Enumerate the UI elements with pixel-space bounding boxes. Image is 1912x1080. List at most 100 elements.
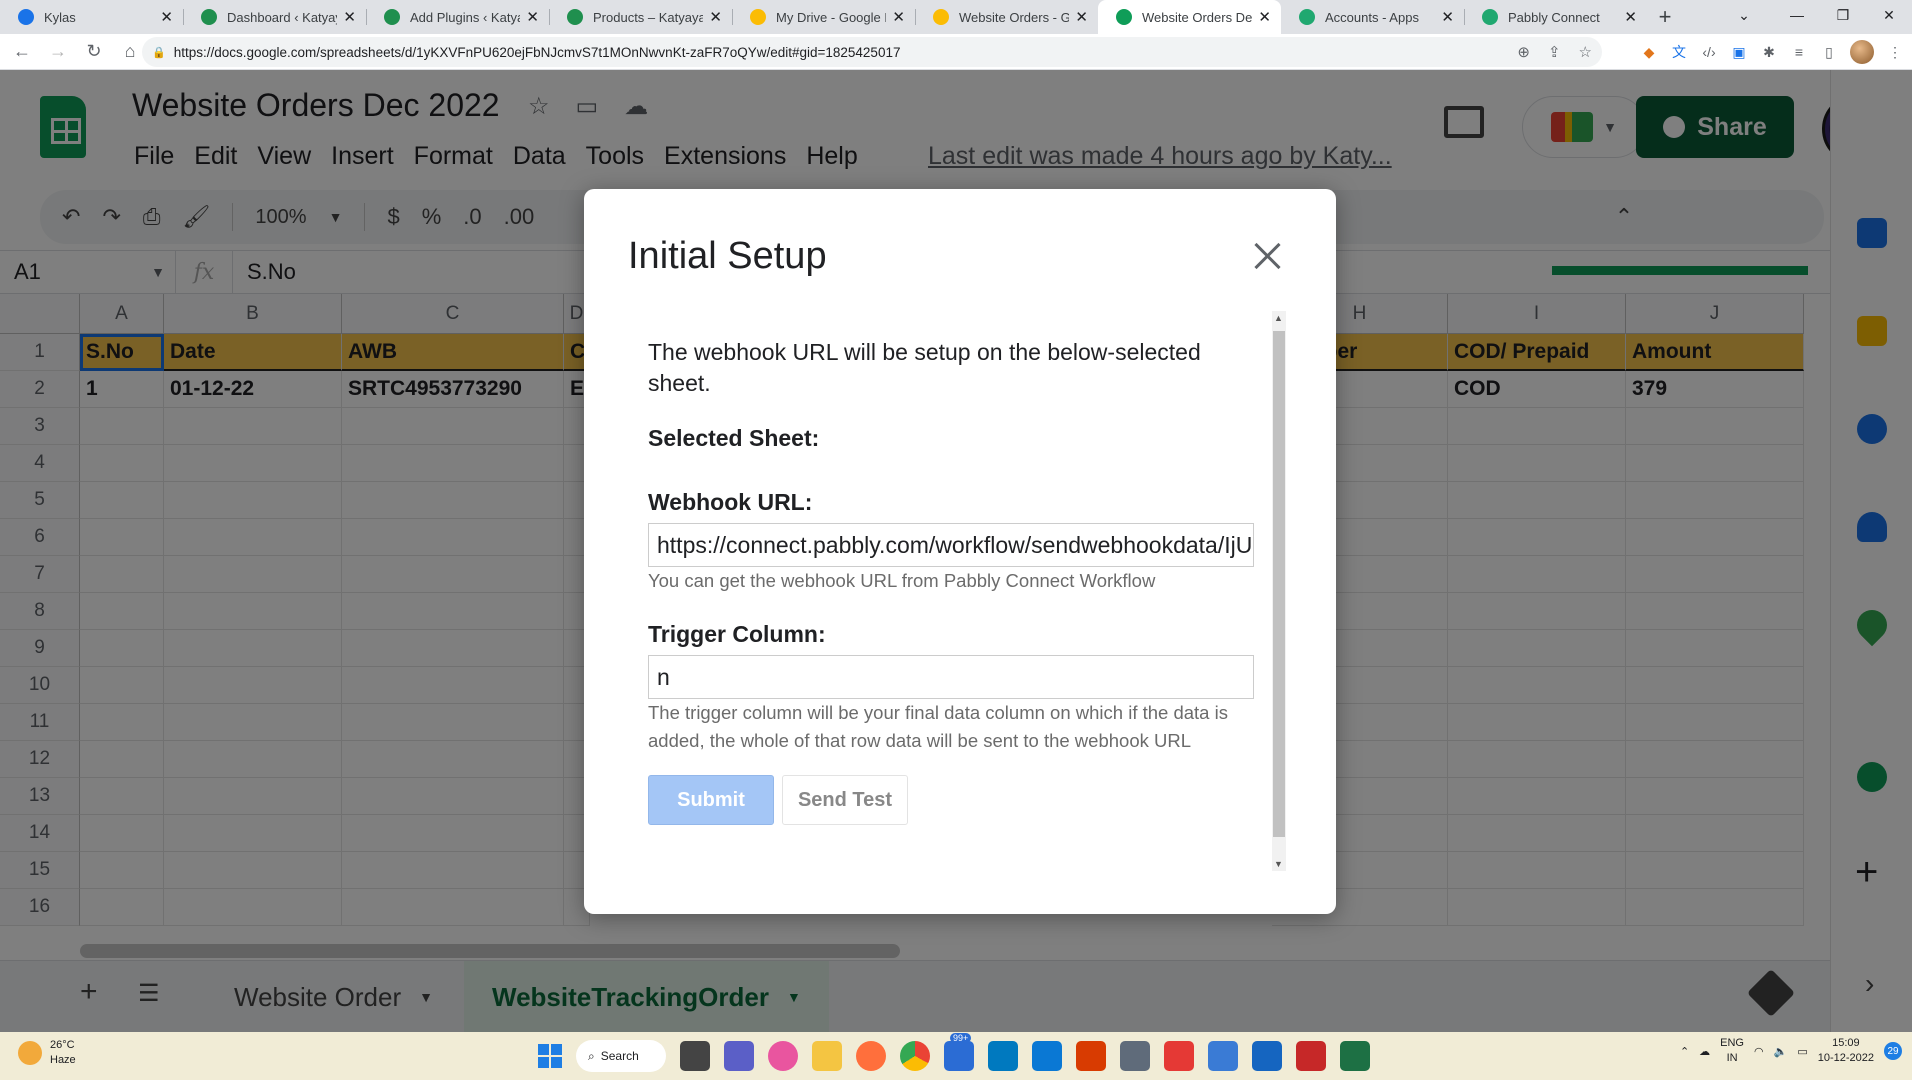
bookmark-star-icon[interactable]: ☆ — [1579, 43, 1592, 61]
acrobat-icon[interactable] — [1296, 1041, 1326, 1071]
language-indicator[interactable]: ENG IN — [1720, 1036, 1744, 1066]
trello-icon[interactable] — [988, 1041, 1018, 1071]
outlook-icon[interactable] — [1032, 1041, 1062, 1071]
tab-title: Kylas — [44, 9, 76, 25]
webhook-url-input[interactable]: https://connect.pabbly.com/workflow/send… — [648, 523, 1254, 567]
weather-haze-icon — [18, 1041, 42, 1065]
anydesk-icon[interactable] — [1164, 1041, 1194, 1071]
screenshot-extension-icon[interactable]: ▣ — [1730, 43, 1748, 61]
weather-widget[interactable]: 26°C Haze — [18, 1038, 76, 1068]
office-icon[interactable] — [1076, 1041, 1106, 1071]
itunes-icon[interactable] — [768, 1041, 798, 1071]
chrome-icon[interactable] — [900, 1041, 930, 1071]
system-tray: ⌃ ☁ ENG IN ◠ 🔈 ▭ 15:09 10-12-2022 29 — [1680, 1036, 1902, 1066]
notification-count[interactable]: 29 — [1884, 1042, 1902, 1060]
clock-time: 15:09 — [1832, 1037, 1860, 1049]
selected-sheet-label: Selected Sheet: — [648, 425, 820, 451]
taskbar-apps: ⌕ Search 99+ — [538, 1033, 1370, 1072]
back-icon[interactable]: ← — [8, 38, 36, 66]
chevron-up-icon[interactable]: ⌃ — [1680, 1045, 1689, 1058]
dialog-intro-text: The webhook URL will be setup on the bel… — [648, 339, 1201, 396]
tab-close-icon[interactable]: ✕ — [1441, 8, 1454, 26]
browser-tab[interactable]: Add Plugins ‹ Katyayani ✕ — [366, 0, 549, 34]
teams-icon[interactable] — [724, 1041, 754, 1071]
forward-icon[interactable]: → — [44, 38, 72, 66]
battery-icon[interactable]: ▭ — [1797, 1045, 1807, 1058]
temperature: 26°C — [50, 1039, 75, 1051]
onedrive-icon[interactable]: ☁ — [1699, 1045, 1710, 1058]
network-app-icon[interactable] — [1208, 1041, 1238, 1071]
tab-favicon-icon — [384, 9, 400, 25]
firefox-icon[interactable] — [856, 1041, 886, 1071]
zoom-icon[interactable]: ⊕ — [1517, 43, 1530, 61]
windows-taskbar: 26°C Haze ⌕ Search 99+ ⌃ ☁ ENG IN ◠ 🔈 ▭ … — [0, 1032, 1912, 1080]
omnibox-actions: ⊕ ⇪ ☆ — [1517, 43, 1592, 61]
dialog-scrollbar[interactable]: ▲ ▼ — [1272, 311, 1286, 871]
browser-tab[interactable]: Kylas ✕ — [0, 0, 183, 34]
side-panel-icon[interactable]: ▯ — [1820, 43, 1838, 61]
tab-close-icon[interactable]: ✕ — [709, 8, 722, 26]
browser-tab[interactable]: Pabbly Connect ✕ — [1464, 0, 1647, 34]
translate-icon[interactable]: 文 — [1670, 43, 1688, 61]
minimize-button[interactable]: — — [1774, 0, 1820, 30]
wifi-icon[interactable]: ◠ — [1754, 1045, 1764, 1058]
tab-search-icon[interactable]: ⌄ — [1714, 0, 1774, 30]
tab-favicon-icon — [1299, 9, 1315, 25]
home-icon[interactable]: ⌂ — [116, 38, 144, 66]
volume-icon[interactable]: 🔈 — [1774, 1045, 1788, 1058]
windows-start-icon[interactable] — [538, 1044, 562, 1068]
webhook-url-label: Webhook URL: — [648, 489, 813, 515]
media-control-icon[interactable]: ≡ — [1790, 43, 1808, 61]
initial-setup-dialog: Initial Setup The webhook URL will be se… — [584, 189, 1336, 914]
tab-close-icon[interactable]: ✕ — [1624, 8, 1637, 26]
mail-badge-icon[interactable]: 99+ — [944, 1033, 974, 1071]
mail-icon[interactable] — [1252, 1041, 1282, 1071]
tab-close-icon[interactable]: ✕ — [892, 8, 905, 26]
tab-close-icon[interactable]: ✕ — [1258, 8, 1271, 26]
tab-title: Products – Katyayani C — [593, 9, 704, 25]
devtools-icon[interactable]: ‹/› — [1700, 43, 1718, 61]
tab-title: My Drive - Google Dri — [776, 9, 886, 25]
browser-profile-avatar[interactable] — [1850, 40, 1874, 64]
reload-icon[interactable]: ↻ — [80, 38, 108, 66]
scrollbar-thumb[interactable] — [1273, 331, 1285, 837]
tab-close-icon[interactable]: ✕ — [1075, 8, 1088, 26]
tab-title: Website Orders - Goo — [959, 9, 1070, 25]
share-page-icon[interactable]: ⇪ — [1548, 43, 1561, 61]
trigger-column-input[interactable]: n — [648, 655, 1254, 699]
browser-tab[interactable]: Products – Katyayani C ✕ — [549, 0, 732, 34]
webhook-help-text: You can get the webhook URL from Pabbly … — [648, 570, 1156, 591]
scroll-down-icon[interactable]: ▼ — [1274, 859, 1283, 869]
browser-tab[interactable]: My Drive - Google Dri ✕ — [732, 0, 915, 34]
calculator-icon[interactable] — [1120, 1041, 1150, 1071]
lock-icon: 🔒 — [152, 46, 166, 59]
task-view-icon[interactable] — [680, 1041, 710, 1071]
address-bar: ← → ↻ ⌂ 🔒 https://docs.google.com/spread… — [0, 34, 1912, 70]
tab-favicon-icon — [933, 9, 949, 25]
tab-close-icon[interactable]: ✕ — [160, 8, 173, 26]
new-tab-button[interactable]: + — [1647, 0, 1683, 34]
scroll-up-icon[interactable]: ▲ — [1274, 313, 1283, 323]
tab-close-icon[interactable]: ✕ — [343, 8, 356, 26]
trigger-column-label: Trigger Column: — [648, 621, 826, 647]
trigger-help-text: The trigger column will be your final da… — [648, 702, 1228, 751]
submit-button[interactable]: Submit — [648, 775, 774, 825]
browser-tab[interactable]: Dashboard ‹ Katyayani ✕ — [183, 0, 366, 34]
clock[interactable]: 15:09 10-12-2022 — [1818, 1036, 1874, 1066]
browser-tab[interactable]: Accounts - Apps ✕ — [1281, 0, 1464, 34]
metamask-icon[interactable]: ◆ — [1640, 43, 1658, 61]
excel-icon[interactable] — [1340, 1041, 1370, 1071]
taskbar-search[interactable]: ⌕ Search — [576, 1040, 666, 1072]
file-explorer-icon[interactable] — [812, 1041, 842, 1071]
clock-date: 10-12-2022 — [1817, 1052, 1874, 1064]
browser-tab[interactable]: Website Orders - Goo ✕ — [915, 0, 1098, 34]
close-window-button[interactable]: ✕ — [1866, 0, 1912, 30]
close-icon[interactable] — [1252, 241, 1282, 271]
browser-tab[interactable]: Website Orders Dec 2 ✕ — [1098, 0, 1281, 34]
extensions-puzzle-icon[interactable]: ✱ — [1760, 43, 1778, 61]
browser-menu-icon[interactable]: ⋮ — [1886, 43, 1904, 61]
tab-close-icon[interactable]: ✕ — [526, 8, 539, 26]
restore-button[interactable]: ❐ — [1820, 0, 1866, 30]
url-field[interactable]: 🔒 https://docs.google.com/spreadsheets/d… — [142, 37, 1602, 67]
send-test-button[interactable]: Send Test — [782, 775, 908, 825]
